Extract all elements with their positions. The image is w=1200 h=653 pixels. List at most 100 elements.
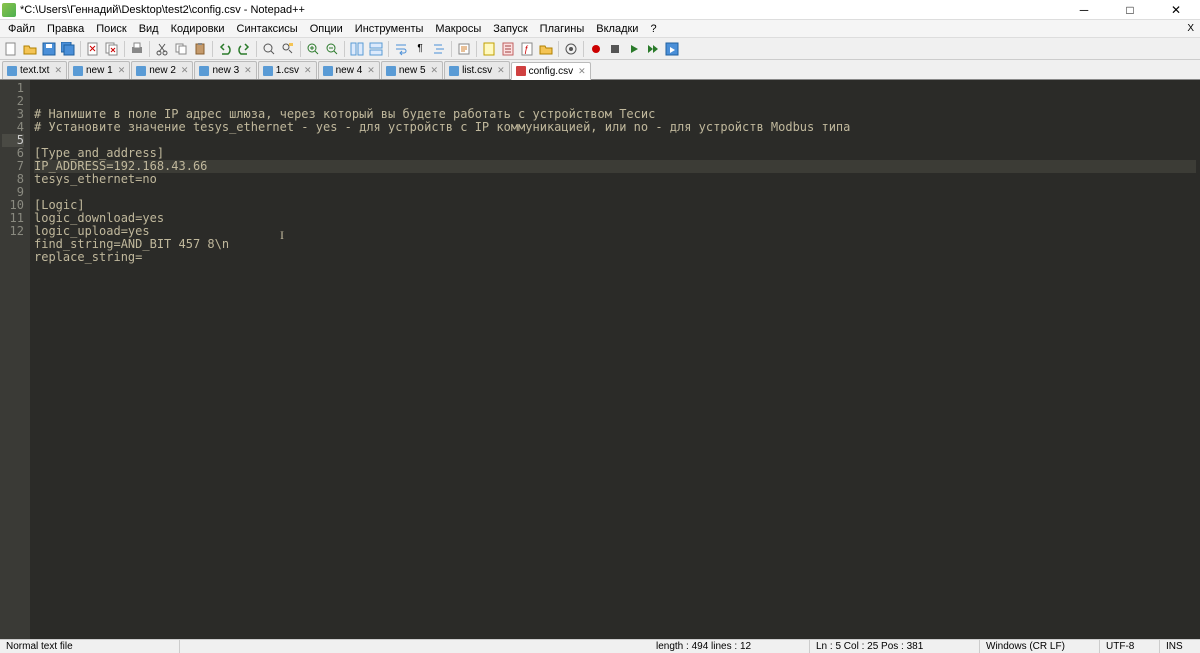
menu-macro[interactable]: Макросы [429,22,487,36]
editor-area[interactable]: 123456789101112 # Напишите в поле IP адр… [0,80,1200,639]
play-multi-macro-icon[interactable] [644,40,662,58]
tab-close-icon[interactable]: ✕ [367,65,375,76]
menu-window[interactable]: Вкладки [590,22,644,36]
code-line[interactable]: logic_download=yes [34,212,1196,225]
toolbar-separator [300,41,301,57]
new-file-icon[interactable] [2,40,20,58]
menu-file[interactable]: Файл [2,22,41,36]
save-macro-icon[interactable] [663,40,681,58]
close-all-icon[interactable] [103,40,121,58]
text-cursor-icon: I [280,229,284,242]
menu-language[interactable]: Синтаксисы [231,22,304,36]
tab-label: 1.csv [276,65,299,76]
menu-search[interactable]: Поиск [90,22,132,36]
file-icon [136,66,146,76]
file-icon [73,66,83,76]
menu-plugins[interactable]: Плагины [534,22,591,36]
status-encoding: UTF-8 [1100,640,1160,653]
tab-new-3[interactable]: new 3✕ [194,61,256,79]
language-highlight-icon[interactable] [455,40,473,58]
monitor-icon[interactable] [562,40,580,58]
redo-icon[interactable] [235,40,253,58]
file-icon [449,66,459,76]
zoom-out-icon[interactable] [323,40,341,58]
toolbar-separator [149,41,150,57]
file-icon [7,66,17,76]
line-number-gutter: 123456789101112 [0,80,30,639]
code-line[interactable] [34,186,1196,199]
find-icon[interactable] [260,40,278,58]
code-line[interactable]: [Logic] [34,199,1196,212]
file-unsaved-icon [516,66,526,76]
doc-list-icon[interactable] [499,40,517,58]
play-macro-icon[interactable] [625,40,643,58]
print-icon[interactable] [128,40,146,58]
status-position: Ln : 5 Col : 25 Pos : 381 [810,640,980,653]
line-number: 12 [2,225,24,238]
code-area[interactable]: # Напишите в поле IP адрес шлюза, через … [30,80,1200,639]
window-controls: ─ □ ✕ [1070,1,1198,19]
close-button[interactable]: ✕ [1162,1,1190,19]
menu-encoding[interactable]: Кодировки [165,22,231,36]
minimize-button[interactable]: ─ [1070,1,1098,19]
code-line[interactable]: IP_ADDRESS=192.168.43.66 [34,160,1196,173]
doc-map-icon[interactable] [480,40,498,58]
copy-icon[interactable] [172,40,190,58]
tab-label: new 5 [399,65,426,76]
tab-close-icon[interactable]: ✕ [244,65,252,76]
record-macro-icon[interactable] [587,40,605,58]
paste-icon[interactable] [191,40,209,58]
menu-tools[interactable]: Инструменты [349,22,430,36]
tab-label: new 2 [149,65,176,76]
tab-close-icon[interactable]: ✕ [118,65,126,76]
code-line[interactable]: tesys_ethernet=no [34,173,1196,186]
tab-text-txt[interactable]: text.txt✕ [2,61,67,79]
tab-close-icon[interactable]: ✕ [578,66,586,77]
stop-macro-icon[interactable] [606,40,624,58]
code-line[interactable]: # Установите значение tesys_ethernet - y… [34,121,1196,134]
tab-new-4[interactable]: new 4✕ [318,61,380,79]
function-list-icon[interactable]: ƒ [518,40,536,58]
menu-settings[interactable]: Опции [304,22,349,36]
tab-close-icon[interactable]: ✕ [54,65,62,76]
menu-help[interactable]: ? [644,22,662,36]
tab-new-2[interactable]: new 2 ✕ [131,61,193,79]
save-all-icon[interactable] [59,40,77,58]
menu-edit[interactable]: Правка [41,22,90,36]
zoom-in-icon[interactable] [304,40,322,58]
tab-close-icon[interactable]: ✕ [497,65,505,76]
toolbar-separator [256,41,257,57]
tab-config-csv[interactable]: config.csv✕ [511,62,591,80]
code-line[interactable] [34,134,1196,147]
toolbar-separator [583,41,584,57]
sync-v-icon[interactable] [348,40,366,58]
close-file-icon[interactable] [84,40,102,58]
tab-close-icon[interactable]: ✕ [304,65,312,76]
undo-icon[interactable] [216,40,234,58]
code-line[interactable]: find_string=AND_BIT 457 8\n [34,238,1196,251]
tab-new-5[interactable]: new 5 ✕ [381,61,443,79]
indent-guide-icon[interactable] [430,40,448,58]
tab-new-1[interactable]: new 1✕ [68,61,130,79]
tab-1-csv[interactable]: 1.csv ✕ [258,61,317,79]
show-all-chars-icon[interactable]: ¶ [411,40,429,58]
close-tab-x[interactable]: X [1187,23,1194,34]
code-line[interactable]: [Type_and_address] [34,147,1196,160]
folder-workspace-icon[interactable] [537,40,555,58]
tab-list-csv[interactable]: list.csv✕ [444,61,510,79]
menu-view[interactable]: Вид [133,22,165,36]
wordwrap-icon[interactable] [392,40,410,58]
menu-run[interactable]: Запуск [487,22,533,36]
menu-bar: Файл Правка Поиск Вид Кодировки Синтакси… [0,20,1200,38]
tab-close-icon[interactable]: ✕ [431,65,439,76]
file-icon [199,66,209,76]
open-file-icon[interactable] [21,40,39,58]
replace-icon[interactable] [279,40,297,58]
toolbar-separator [388,41,389,57]
sync-h-icon[interactable] [367,40,385,58]
maximize-button[interactable]: □ [1116,1,1144,19]
code-line[interactable]: replace_string= [34,251,1196,264]
tab-close-icon[interactable]: ✕ [181,65,189,76]
save-icon[interactable] [40,40,58,58]
cut-icon[interactable] [153,40,171,58]
